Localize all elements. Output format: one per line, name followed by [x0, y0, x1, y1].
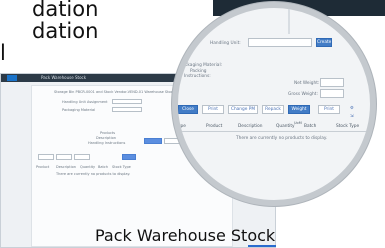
col-product: Product [206, 124, 223, 129]
slide-text-line-2: dation [32, 19, 99, 43]
app-title: Pack Warehouse Stock [41, 75, 87, 80]
app-list-header-product: Product [36, 165, 50, 169]
caption-text: Pack Warehouse Stock [95, 226, 276, 245]
app-empty-text: There are currently no products to displ… [56, 172, 131, 176]
app-tab-1[interactable] [38, 154, 54, 160]
app-list-header-stock-type: Stock Type [112, 165, 131, 169]
packaging-material-label: Packaging Material: [180, 63, 223, 68]
packaging-material-input[interactable] [112, 107, 142, 112]
col-stock-type: Stock Type [336, 124, 360, 129]
expand-icon[interactable]: ⇲ [350, 114, 354, 119]
print-hu-button[interactable]: Print [318, 105, 340, 114]
hu-assignment-label: Handling Unit Assignment [62, 100, 108, 104]
print-button[interactable]: Print [202, 105, 224, 114]
sap-logo [7, 75, 17, 81]
app-list-header-description: Description [56, 165, 76, 169]
col-uom: UoM [294, 121, 302, 125]
hu-assignment-input[interactable] [112, 99, 142, 104]
side-partial-text: ype [178, 124, 186, 129]
gross-weight-input[interactable] [320, 89, 344, 98]
col-batch: Batch [304, 124, 317, 129]
description-label: Description [96, 136, 116, 140]
repack-button[interactable]: Repack [262, 105, 284, 114]
net-weight-input[interactable] [320, 78, 344, 87]
slide-text-line-1: dation [32, 0, 99, 21]
slide-caption: Pack Warehouse Stock [0, 224, 385, 248]
app-header-text: Storage Bin PBCR-0001 and Stock Vendor-V… [54, 90, 175, 94]
app-tab-3[interactable] [74, 154, 90, 160]
app-list-header-quantity: Quantity [80, 165, 96, 169]
packaging-material-label: Packaging Material [62, 108, 96, 112]
handling-instructions-label: Handling Instructions [88, 141, 126, 145]
handling-unit-input[interactable] [248, 38, 312, 47]
table-header-divider [178, 131, 370, 132]
app-list-header-batch: Batch [98, 165, 109, 169]
app-close-hu-button[interactable] [144, 138, 162, 144]
col-quantity: Quantity [276, 124, 295, 129]
change-pm-button[interactable]: Change PM [228, 105, 258, 114]
app-action-button[interactable] [122, 154, 136, 160]
products-label: Products [100, 131, 116, 135]
magnifier: Handling Unit: Create Packaging Material… [172, 2, 376, 206]
handling-unit-label: Handling Unit: [210, 41, 241, 46]
col-description: Description [238, 124, 263, 129]
packing-instructions-label-b: Instructions: [184, 74, 211, 79]
net-weight-label: Net Weight: [294, 81, 320, 86]
slide-text-line-3: l [0, 41, 6, 65]
close-hu-button[interactable]: Close [178, 105, 198, 114]
gross-weight-label: Gross Weight: [288, 92, 318, 97]
app-tab-2[interactable] [56, 154, 72, 160]
table-empty-text: There are currently no products to displ… [236, 136, 328, 141]
weight-button[interactable]: Weight [288, 105, 310, 114]
create-button[interactable]: Create [316, 38, 332, 47]
settings-icon[interactable]: ⚙ [350, 106, 354, 111]
caption-underline [248, 245, 276, 247]
magnifier-content: Handling Unit: Create Packaging Material… [178, 8, 370, 200]
